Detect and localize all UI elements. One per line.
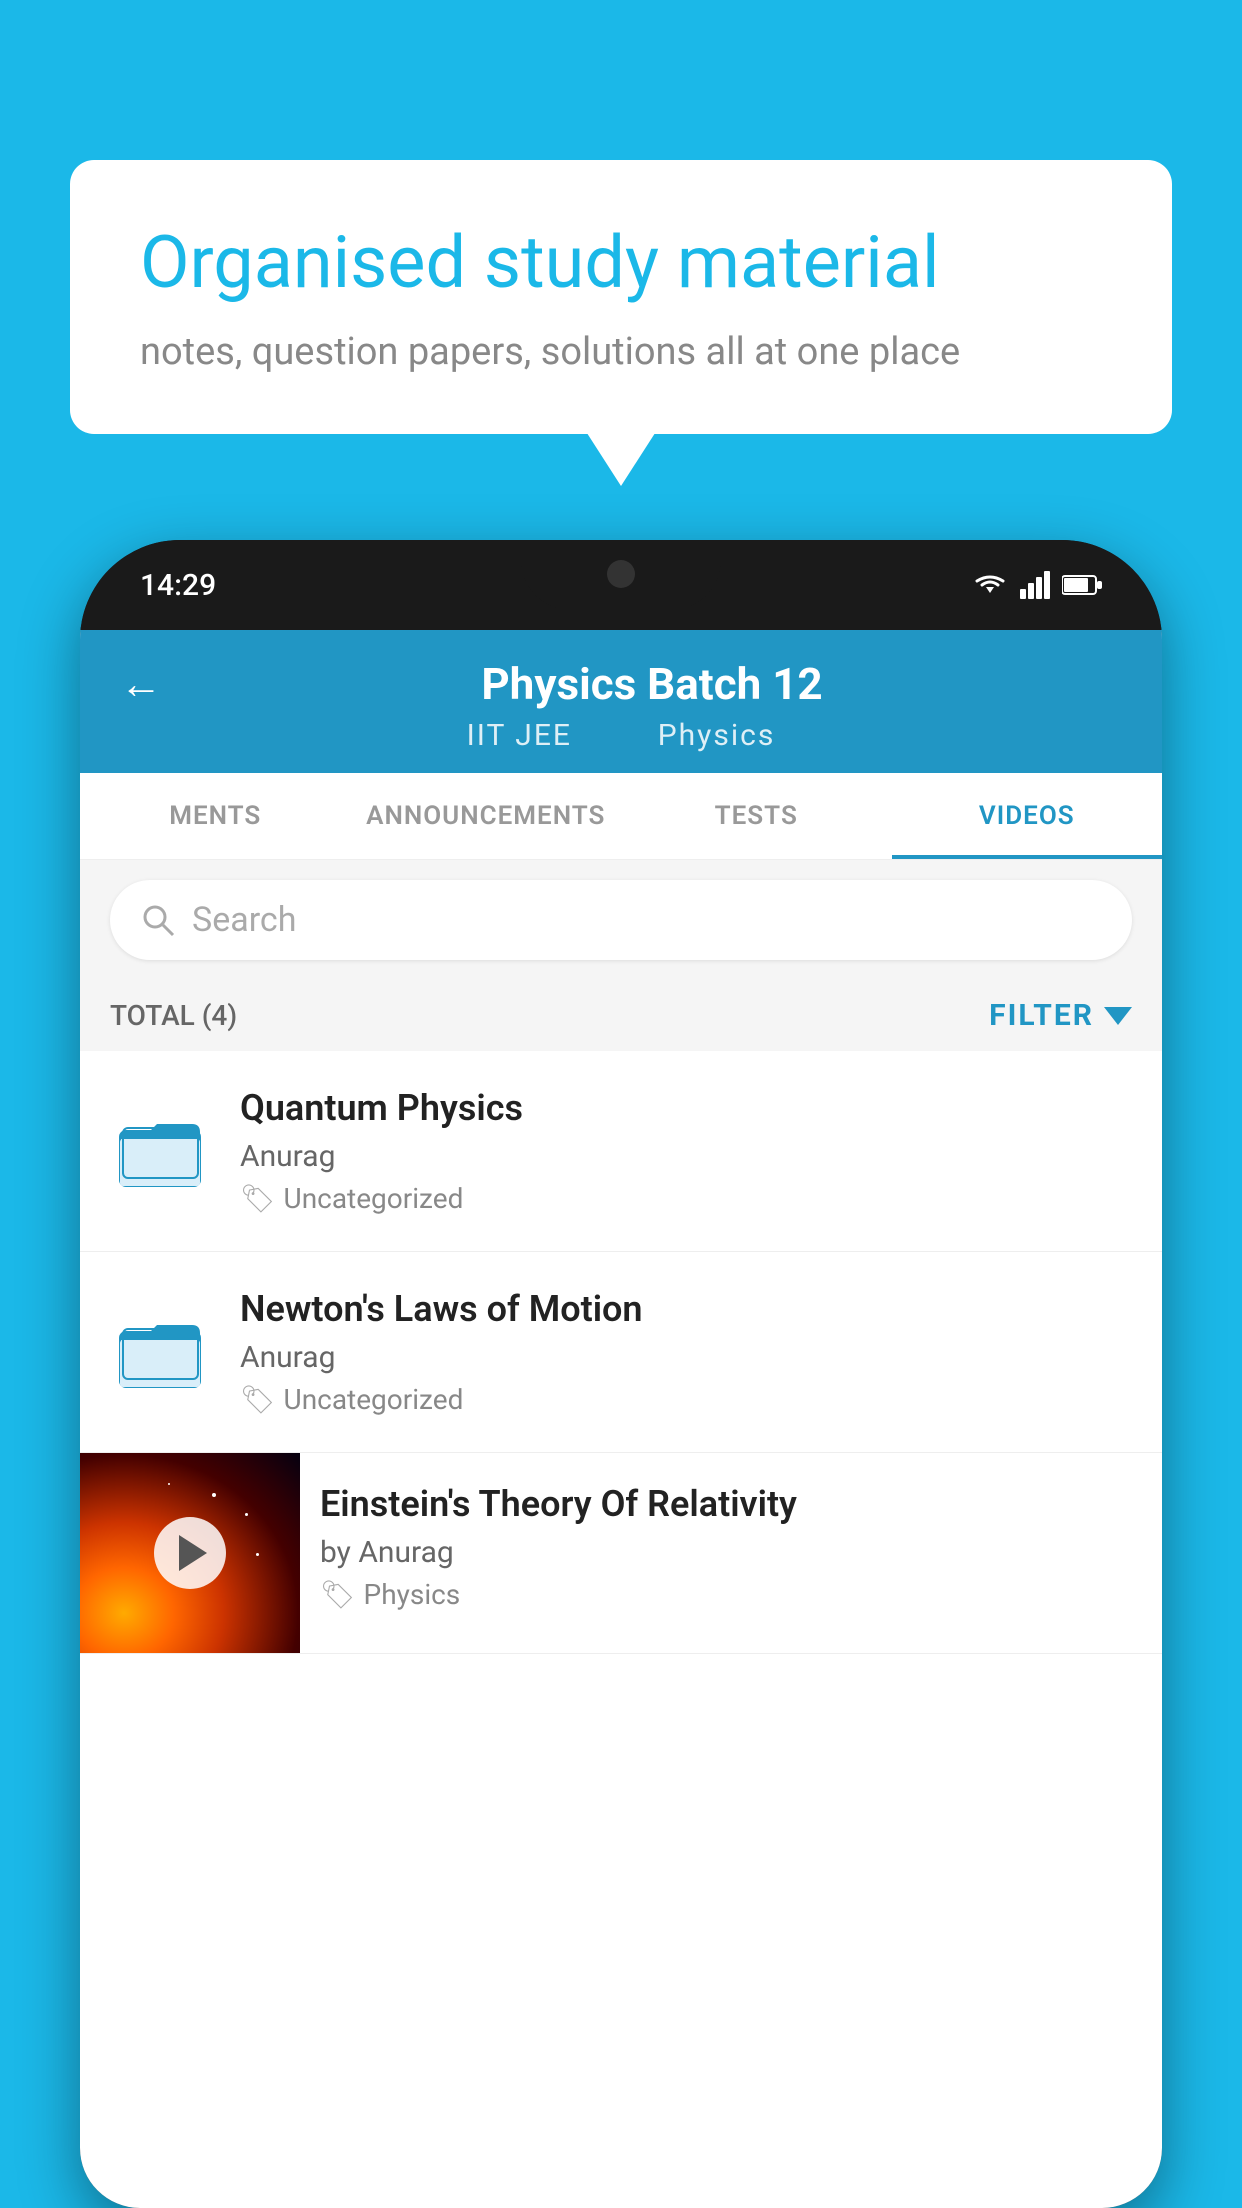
signal-icon [1020,571,1050,599]
video-info-2: Newton's Laws of Motion Anurag 🏷 Uncateg… [240,1288,1132,1416]
battery-icon [1062,574,1102,596]
subtitle-physics: Physics [658,718,776,753]
folder-icon [115,1307,205,1397]
video-tag: 🏷 Uncategorized [240,1383,1132,1416]
tab-announcements[interactable]: ANNOUNCEMENTS [351,773,622,859]
total-count: TOTAL (4) [110,999,237,1032]
subtitle-iitjee: IIT JEE [467,718,572,753]
bubble-title: Organised study material [140,220,1102,306]
tag-label: Physics [364,1578,461,1611]
tag-label: Uncategorized [284,1182,464,1215]
page-title: Physics Batch 12 [182,658,1122,710]
filter-icon [1104,1007,1132,1025]
search-bar-container: Search [80,860,1162,980]
status-icons [972,571,1102,599]
filter-label: FILTER [989,998,1094,1033]
tab-ments[interactable]: MENTS [80,773,351,859]
wifi-icon [972,571,1008,599]
video-title: Quantum Physics [240,1087,1132,1129]
video-info-3: Einstein's Theory Of Relativity by Anura… [300,1453,1162,1641]
tag-icon: 🏷 [240,1383,276,1416]
speech-bubble-container: Organised study material notes, question… [70,160,1172,434]
status-bar: 14:29 [80,540,1162,630]
tab-tests[interactable]: TESTS [621,773,892,859]
tag-label: Uncategorized [284,1383,464,1416]
play-triangle-icon [179,1535,207,1571]
search-icon [140,902,176,938]
phone-frame: 14:29 [80,540,1162,2208]
video-title: Einstein's Theory Of Relativity [320,1483,1142,1525]
video-info-1: Quantum Physics Anurag 🏷 Uncategorized [240,1087,1132,1215]
subtitle-separator [605,718,633,753]
filter-row: TOTAL (4) FILTER [80,980,1162,1051]
video-author: Anurag [240,1340,1132,1375]
folder-icon [115,1106,205,1196]
app-content: ← Physics Batch 12 IIT JEE Physics MENTS… [80,630,1162,2208]
filter-button[interactable]: FILTER [989,998,1132,1033]
folder-thumb-2 [110,1307,210,1397]
list-item[interactable]: Einstein's Theory Of Relativity by Anura… [80,1453,1162,1654]
tag-icon: 🏷 [240,1182,276,1215]
tag-icon: 🏷 [320,1578,356,1611]
app-header: ← Physics Batch 12 IIT JEE Physics [80,630,1162,773]
bubble-subtitle: notes, question papers, solutions all at… [140,330,1102,374]
list-item[interactable]: Quantum Physics Anurag 🏷 Uncategorized [80,1051,1162,1252]
video-list: Quantum Physics Anurag 🏷 Uncategorized [80,1051,1162,1654]
back-button[interactable]: ← [120,660,162,709]
folder-thumb-1 [110,1106,210,1196]
list-item[interactable]: Newton's Laws of Motion Anurag 🏷 Uncateg… [80,1252,1162,1453]
search-placeholder: Search [192,900,296,940]
play-button[interactable] [154,1517,226,1589]
search-bar[interactable]: Search [110,880,1132,960]
video-tag: 🏷 Physics [320,1578,1142,1611]
tabs-bar: MENTS ANNOUNCEMENTS TESTS VIDEOS [80,773,1162,860]
header-subtitle: IIT JEE Physics [120,718,1122,753]
status-time: 14:29 [140,568,216,603]
video-title: Newton's Laws of Motion [240,1288,1132,1330]
video-author: by Anurag [320,1535,1142,1570]
video-thumbnail-3 [80,1453,300,1653]
speech-bubble: Organised study material notes, question… [70,160,1172,434]
video-author: Anurag [240,1139,1132,1174]
camera-dot [607,560,635,588]
video-tag: 🏷 Uncategorized [240,1182,1132,1215]
tab-videos[interactable]: VIDEOS [892,773,1163,859]
